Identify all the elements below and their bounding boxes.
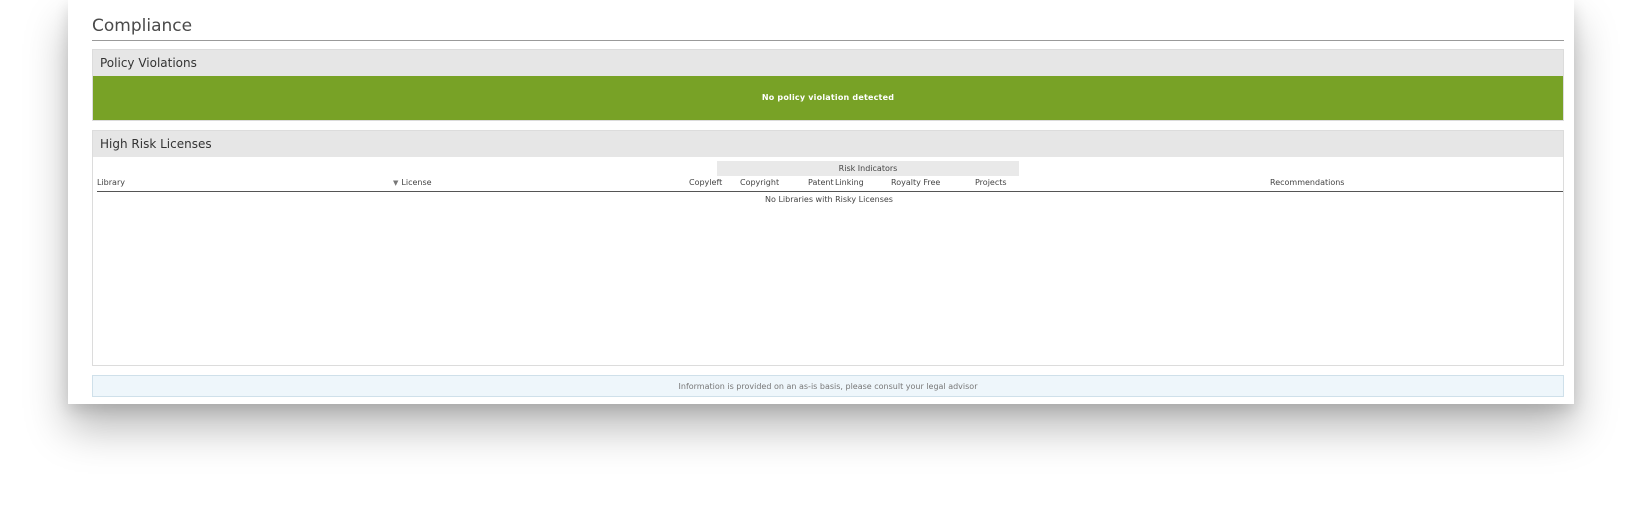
column-royalty-free[interactable]: Royalty Free (891, 178, 940, 187)
legal-disclaimer: Information is provided on an as-is basi… (92, 375, 1564, 397)
column-copyleft[interactable]: Copyleft (689, 178, 722, 187)
column-patent[interactable]: Patent (808, 178, 834, 187)
column-projects[interactable]: Projects (975, 178, 1007, 187)
no-violation-banner: No policy violation detected (93, 76, 1563, 120)
title-divider (92, 40, 1564, 41)
high-risk-licenses-panel: High Risk Licenses Risk Indicators Libra… (92, 130, 1564, 366)
column-copyright[interactable]: Copyright (740, 178, 779, 187)
page-title: Compliance (92, 16, 193, 36)
licenses-table-header: Library ▼ License Copyleft Copyright Pate… (97, 177, 1563, 192)
column-recommendations[interactable]: Recommendations (1270, 178, 1344, 187)
compliance-card: Compliance Policy Violations No policy v… (68, 0, 1574, 404)
risk-indicators-group-header: Risk Indicators (717, 161, 1019, 176)
policy-violations-panel: Policy Violations No policy violation de… (92, 49, 1564, 121)
policy-violations-header: Policy Violations (93, 50, 1563, 76)
no-risky-licenses-message: No Libraries with Risky Licenses (765, 195, 893, 204)
column-license-label: License (401, 178, 432, 187)
column-linking[interactable]: Linking (835, 178, 864, 187)
high-risk-licenses-header: High Risk Licenses (93, 131, 1563, 157)
sort-descending-icon: ▼ (393, 179, 399, 187)
column-library[interactable]: Library (97, 178, 125, 187)
column-license[interactable]: ▼ License (393, 178, 432, 187)
